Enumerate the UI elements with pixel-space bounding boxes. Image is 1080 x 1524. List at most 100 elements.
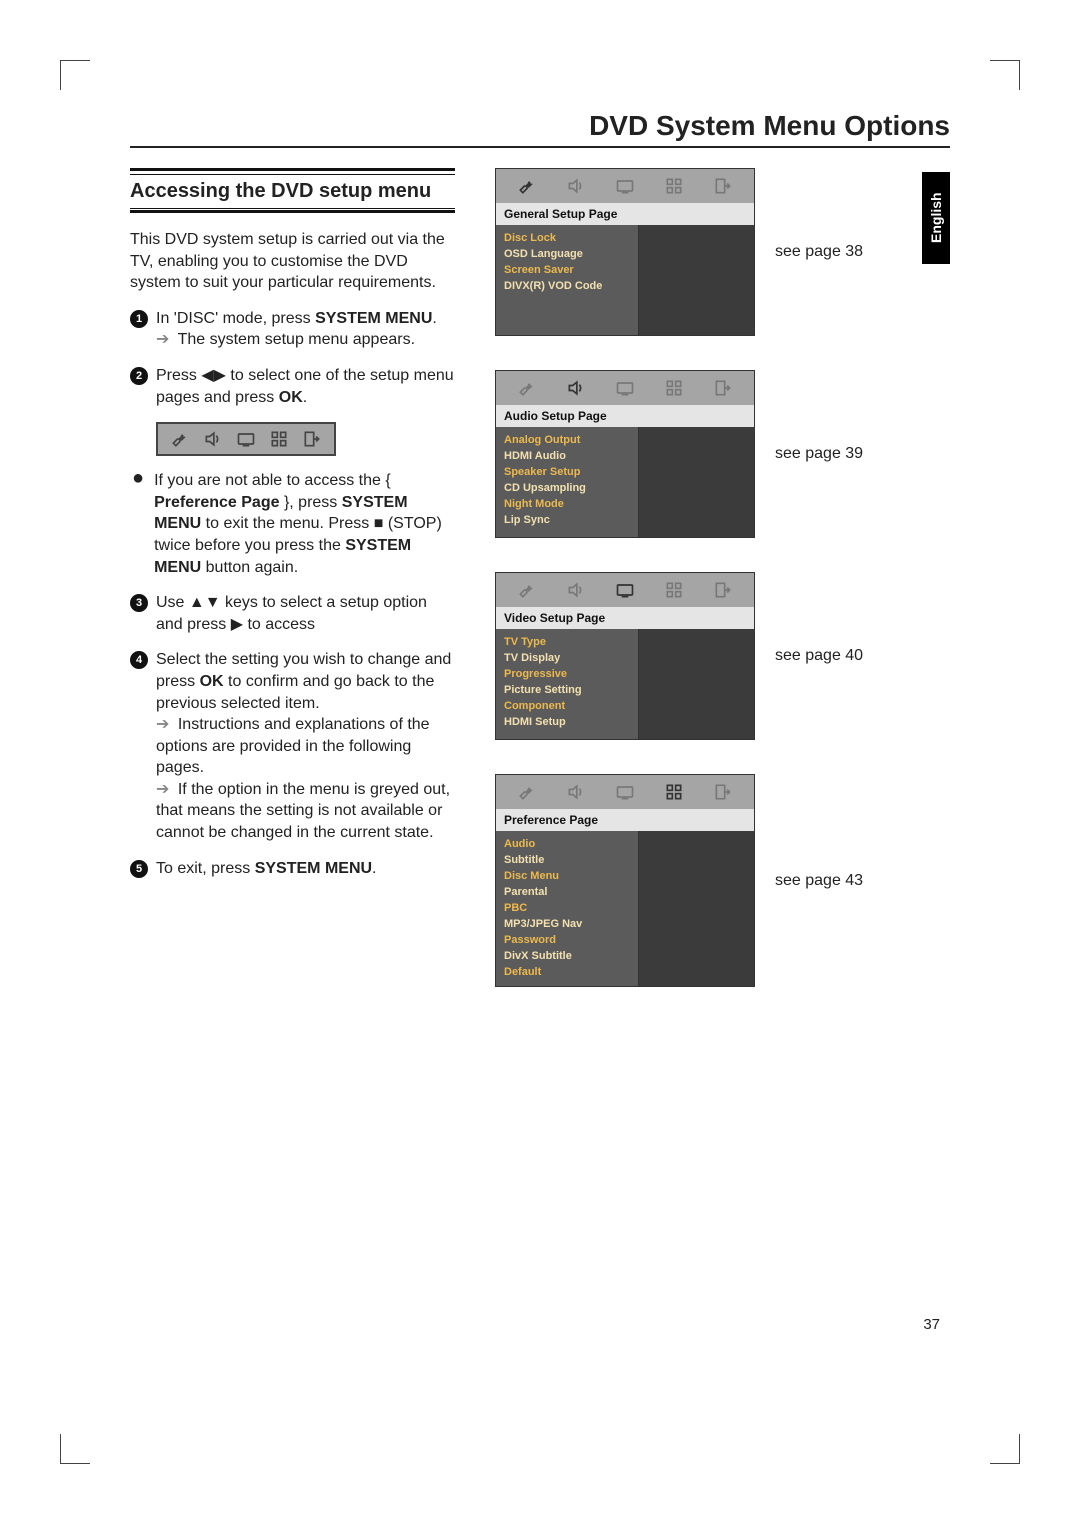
menu-block: Audio Setup PageAnalog OutputHDMI AudioS… [495,370,755,538]
wrench-icon [515,782,539,802]
menu-row: Video Setup PageTV TypeTV DisplayProgres… [495,572,950,740]
see-page-label: see page 38 [775,243,863,261]
tab-icons-strip [156,422,336,456]
grid-icon [662,378,686,398]
section-divider [130,168,455,175]
tv-icon [613,176,637,196]
step-3: 3 Use ▲▼ keys to select a setup option a… [130,592,455,635]
step-4: 4 Select the setting you wish to change … [130,649,455,843]
menu-right-pane [638,629,754,739]
step-text: To exit, press SYSTEM MENU. [156,858,455,880]
step-number-badge: 3 [130,594,148,612]
menu-item: HDMI Setup [504,715,630,731]
crop-mark [990,60,1020,90]
menu-item: Parental [504,885,630,901]
menu-item: Screen Saver [504,263,630,279]
menu-tabs [496,169,754,203]
menu-item: MP3/JPEG Nav [504,917,630,933]
grid-icon [662,782,686,802]
menu-row: Audio Setup PageAnalog OutputHDMI AudioS… [495,370,950,538]
menu-item: HDMI Audio [504,449,630,465]
menu-header: Audio Setup Page [496,405,754,427]
speaker-icon [564,378,588,398]
menu-item: Default [504,965,630,981]
crop-mark [60,60,90,90]
step-number-badge: 1 [130,310,148,328]
menu-body: Disc LockOSD LanguageScreen SaverDIVX(R)… [496,225,754,335]
menu-header: General Setup Page [496,203,754,225]
exit-icon [711,782,735,802]
step-text: Use ▲▼ keys to select a setup option and… [156,592,455,635]
wrench-icon [515,580,539,600]
note-bullet: ● If you are not able to access the { Pr… [130,470,455,578]
menu-tabs [496,371,754,405]
wrench-icon [515,378,539,398]
menu-list: Disc LockOSD LanguageScreen SaverDIVX(R)… [496,225,638,335]
menu-item: Lip Sync [504,513,630,529]
step-5: 5 To exit, press SYSTEM MENU. [130,858,455,880]
menu-item: Password [504,933,630,949]
menu-right-pane [638,427,754,537]
bullet-icon: ● [132,470,144,578]
step-2: 2 Press ◀▶ to select one of the setup me… [130,365,455,408]
menu-body: Analog OutputHDMI AudioSpeaker SetupCD U… [496,427,754,537]
menu-block: Video Setup PageTV TypeTV DisplayProgres… [495,572,755,740]
grid-icon [662,176,686,196]
intro-paragraph: This DVD system setup is carried out via… [130,229,455,294]
bullet-text: If you are not able to access the { Pref… [154,470,455,578]
step-number-badge: 5 [130,860,148,878]
menu-item: Component [504,699,630,715]
menu-body: TV TypeTV DisplayProgressivePicture Sett… [496,629,754,739]
menu-header: Video Setup Page [496,607,754,629]
crop-mark [990,1434,1020,1464]
menu-row: Preference PageAudioSubtitleDisc MenuPar… [495,774,950,987]
step-1: 1 In 'DISC' mode, press SYSTEM MENU. The… [130,308,455,351]
step-number-badge: 2 [130,367,148,385]
grid-icon [267,429,291,449]
menu-row: General Setup PageDisc LockOSD LanguageS… [495,168,950,336]
speaker-icon [564,176,588,196]
exit-icon [300,429,324,449]
exit-icon [711,378,735,398]
tv-icon [613,782,637,802]
menu-item: Night Mode [504,497,630,513]
menu-item: CD Upsampling [504,481,630,497]
menu-item: Picture Setting [504,683,630,699]
section-heading: Accessing the DVD setup menu [130,179,455,204]
menu-item: Speaker Setup [504,465,630,481]
step-number-badge: 4 [130,651,148,669]
speaker-icon [564,782,588,802]
menu-right-pane [638,831,754,986]
step-subtext: If the option in the menu is greyed out,… [156,781,450,841]
tv-icon [234,429,258,449]
arrow-right-icon [156,716,173,733]
arrow-right-icon [156,781,173,798]
arrow-right-icon [156,331,173,348]
menu-right-pane [638,225,754,335]
menu-item: Disc Lock [504,231,630,247]
menu-item: PBC [504,901,630,917]
menu-item: Disc Menu [504,869,630,885]
menu-list: Analog OutputHDMI AudioSpeaker SetupCD U… [496,427,638,537]
crop-mark [60,1434,90,1464]
see-page-label: see page 43 [775,872,863,890]
menu-list: AudioSubtitleDisc MenuParentalPBCMP3/JPE… [496,831,638,986]
menu-item: Subtitle [504,853,630,869]
exit-icon [711,580,735,600]
speaker-icon [201,429,225,449]
tv-icon [613,580,637,600]
menu-block: Preference PageAudioSubtitleDisc MenuPar… [495,774,755,987]
menu-tabs [496,573,754,607]
wrench-icon [168,429,192,449]
menu-item: TV Display [504,651,630,667]
speaker-icon [564,580,588,600]
step-text: Select the setting you wish to change an… [156,651,451,711]
page-number: 37 [923,1316,940,1333]
step-text: In 'DISC' mode, press SYSTEM MENU. [156,310,437,327]
menu-header: Preference Page [496,809,754,831]
menu-item: OSD Language [504,247,630,263]
step-subtext: Instructions and explanations of the opt… [156,716,430,776]
menu-item: TV Type [504,635,630,651]
menu-tabs [496,775,754,809]
menu-body: AudioSubtitleDisc MenuParentalPBCMP3/JPE… [496,831,754,986]
